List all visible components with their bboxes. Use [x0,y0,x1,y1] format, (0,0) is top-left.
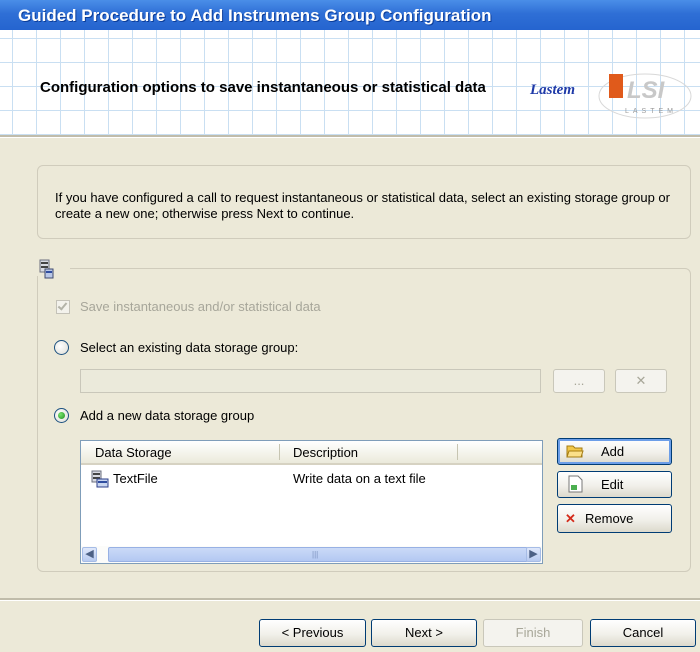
row-storage: TextFile [113,471,158,486]
info-text: If you have configured a call to request… [55,190,670,221]
logo-mark-text: LSI [627,77,666,104]
finish-button[interactable]: Finish [483,619,583,647]
select-existing-label[interactable]: Select an existing data storage group: [80,340,298,355]
add-button-label: Add [601,444,625,459]
add-new-label[interactable]: Add a new data storage group [80,408,254,423]
window-title: Guided Procedure to Add Instrumens Group… [18,6,492,25]
lsi-logo: LSI LASTEM [598,73,692,119]
cancel-button[interactable]: Cancel [590,619,696,647]
text-file-icon [91,470,109,488]
column-description[interactable]: Description [293,445,358,460]
footer-separator [0,598,700,601]
edit-button-label: Edit [601,477,624,492]
list-row[interactable]: TextFile Write data on a text file [81,469,542,489]
remove-button-label: Remove [585,511,634,526]
clear-button[interactable]: ✕ [615,369,667,393]
scroll-left-button[interactable]: ◀ [82,547,97,562]
scroll-right-button[interactable]: ▶ [526,547,541,562]
remove-icon: ✕ [565,511,576,526]
storage-list[interactable]: Data Storage Description TextFile Write … [80,440,543,564]
remove-button[interactable]: ✕ Remove [557,504,672,533]
row-description: Write data on a text file [293,471,426,486]
add-button[interactable]: Add [557,438,672,465]
save-data-checkbox[interactable] [56,300,70,314]
horizontal-scrollbar[interactable]: ◀ ||| ▶ [81,546,542,563]
next-button[interactable]: Next > [371,619,477,647]
lastem-brand: Lastem [530,82,575,98]
storage-icon [39,259,54,279]
title-bar[interactable]: Guided Procedure to Add Instrumens Group… [0,0,700,30]
header-separator [0,135,700,138]
add-new-radio[interactable] [54,408,69,423]
save-data-label: Save instantaneous and/or statistical da… [80,299,321,314]
column-data-storage[interactable]: Data Storage [95,445,172,460]
column-divider[interactable] [279,444,280,460]
logo-sub-text: LASTEM [625,108,677,115]
select-existing-radio[interactable] [54,340,69,355]
document-icon [568,475,583,493]
clear-icon: ✕ [635,373,647,388]
existing-group-field[interactable] [80,369,541,393]
scroll-thumb[interactable]: ||| [108,547,528,562]
info-box: If you have configured a call to request… [37,165,691,239]
scroll-right-icon: ▶ [529,548,538,560]
scroll-left-icon: ◀ [85,548,94,560]
previous-button[interactable]: < Previous [259,619,366,647]
edit-button[interactable]: Edit [557,471,672,498]
folder-open-icon [566,445,584,458]
scroll-grip-icon: ||| [312,550,319,559]
list-header: Data Storage Description [81,441,542,465]
wizard-header: Configuration options to save instantane… [0,30,700,135]
column-divider[interactable] [457,444,458,460]
page-title: Configuration options to save instantane… [40,79,486,96]
browse-button[interactable]: ... [553,369,605,393]
